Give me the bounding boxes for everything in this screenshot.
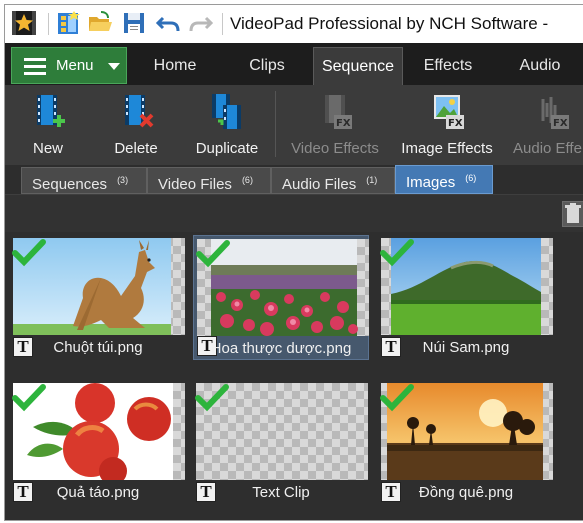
video-effects-icon: FX: [325, 95, 352, 129]
media-item-sunset[interactable]: T Đồng quê.png: [378, 380, 554, 505]
video-effects-button[interactable]: FX Video Effects: [285, 85, 385, 165]
audio-effects-icon: FX: [541, 97, 569, 129]
media-item-kangaroo[interactable]: T Chuột túi.png: [10, 235, 186, 360]
bin-tab-audio-files[interactable]: Audio Files (1): [271, 167, 395, 194]
window-title: VideoPad Professional by NCH Software -: [230, 14, 549, 33]
audio-effects-label: Audio Effe: [513, 140, 582, 157]
media-item-name: Núi Sam.png: [422, 339, 510, 356]
undo-icon[interactable]: [155, 10, 181, 36]
checkmark-icon[interactable]: [195, 382, 229, 412]
image-effects-icon: FX: [434, 95, 464, 129]
bin-tab-images-label: Images: [406, 174, 456, 191]
bin-tab-sequences[interactable]: Sequences (3): [21, 167, 147, 194]
new-project-icon[interactable]: [55, 10, 81, 36]
ribbon-toolbar: New Delete Duplicate FX Video Effects FX…: [5, 85, 583, 165]
bin-tab-images[interactable]: Images (6): [395, 165, 493, 194]
bin-tab-audio-files-count: (1): [366, 175, 378, 185]
media-item-text-clip[interactable]: T Text Clip: [193, 380, 369, 505]
tab-home[interactable]: Home: [140, 47, 210, 85]
bin-tab-sequences-label: Sequences: [32, 176, 108, 193]
new-sequence-icon: [37, 95, 65, 127]
media-item-name: Quả táo.png: [56, 484, 140, 501]
new-sequence-label: New: [32, 140, 63, 157]
checkmark-icon[interactable]: [12, 237, 46, 267]
ribbon-separator: [275, 91, 276, 157]
image-effects-label: Image Effects: [401, 140, 493, 157]
menu-label: Menu: [56, 57, 94, 74]
svg-text:FX: FX: [448, 118, 463, 129]
title-bar: VideoPad Professional by NCH Software -: [5, 5, 583, 43]
save-icon[interactable]: [121, 10, 147, 36]
delete-sequence-icon: [125, 95, 154, 128]
bin-toolbar: [5, 194, 583, 233]
tab-clips[interactable]: Clips: [233, 47, 301, 85]
tab-audio[interactable]: Audio: [505, 47, 575, 85]
bin-tab-sequences-count: (3): [117, 175, 129, 185]
media-item-name: Đồng quê.png: [418, 484, 514, 501]
open-folder-icon[interactable]: [87, 10, 113, 36]
duplicate-sequence-button[interactable]: Duplicate: [185, 85, 269, 165]
checkmark-icon[interactable]: [380, 237, 414, 267]
media-item-apples[interactable]: T Quả táo.png: [10, 380, 186, 505]
media-item-name: Hoa thược dược.png: [210, 340, 352, 357]
checkmark-icon[interactable]: [380, 382, 414, 412]
ribbon-tab-bar: Menu Home Clips Sequence Effects Audio: [5, 43, 583, 86]
new-sequence-button[interactable]: New: [13, 85, 83, 165]
media-item-mountain[interactable]: T Núi Sam.png: [378, 235, 554, 360]
svg-text:FX: FX: [336, 118, 351, 129]
separator: [222, 13, 223, 35]
hamburger-icon: [24, 58, 46, 75]
bin-tab-bar: Sequences (3) Video Files (6) Audio Files (…: [5, 165, 583, 194]
redo-icon[interactable]: [188, 10, 214, 36]
media-item-flowers[interactable]: T Hoa thược dược.png: [193, 235, 369, 360]
delete-sequence-label: Delete: [114, 140, 158, 157]
app-window: VideoPad Professional by NCH Software - …: [4, 4, 583, 521]
app-star-icon[interactable]: [11, 10, 37, 36]
checkmark-icon[interactable]: [12, 382, 46, 412]
tab-sequence[interactable]: Sequence: [313, 47, 403, 86]
image-effects-button[interactable]: FX Image Effects: [395, 85, 499, 165]
media-item-name: Text Clip: [252, 484, 310, 501]
tab-effects[interactable]: Effects: [410, 47, 486, 85]
media-item-name: Chuột túi.png: [53, 339, 143, 356]
video-effects-label: Video Effects: [291, 140, 379, 157]
media-bin-grid: T Chuột túi.png T Hoa thược dược.png T N…: [5, 232, 583, 520]
menu-button[interactable]: Menu: [11, 47, 127, 84]
svg-text:FX: FX: [553, 118, 568, 129]
duplicate-sequence-label: Duplicate: [195, 140, 259, 157]
chevron-down-icon: [108, 63, 120, 70]
bin-tab-video-files-label: Video Files: [158, 176, 232, 193]
bin-tab-images-count: (6): [465, 173, 477, 183]
audio-effects-button[interactable]: FX Audio Effe: [507, 85, 583, 165]
separator: [48, 13, 49, 35]
bin-tab-video-files-count: (6): [241, 175, 253, 185]
delete-sequence-button[interactable]: Delete: [101, 85, 171, 165]
bin-tab-video-files[interactable]: Video Files (6): [147, 167, 271, 194]
trash-icon[interactable]: [562, 201, 583, 227]
duplicate-sequence-icon: [212, 94, 241, 129]
bin-tab-audio-files-label: Audio Files: [282, 176, 357, 193]
checkmark-icon[interactable]: [196, 238, 230, 268]
